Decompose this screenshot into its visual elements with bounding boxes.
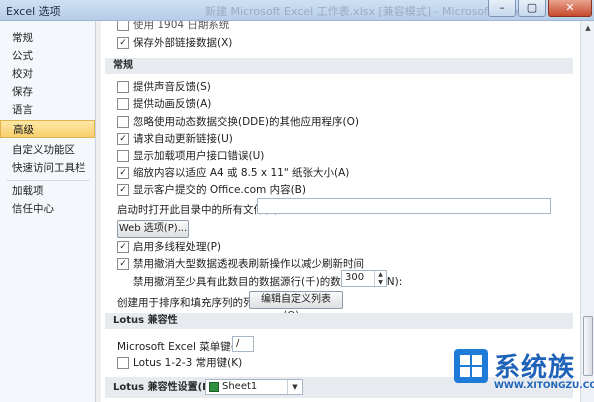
close-button[interactable]: ✕ — [548, 0, 592, 17]
spin-up-icon[interactable]: ▲ — [375, 271, 386, 278]
window-title: Excel 选项 — [6, 5, 61, 18]
check-icon[interactable]: ✓ — [117, 258, 129, 270]
site-watermark: 系统族 WWW.XITONGZU.COM — [454, 343, 594, 402]
option-label: 使用 1904 日期系统 — [133, 21, 230, 31]
sidebar-item-trust-center[interactable]: 信任中心 — [0, 200, 95, 218]
option-label: 提供声音反馈(S) — [133, 81, 211, 93]
sidebar-item-advanced[interactable]: 高级 — [0, 120, 95, 138]
check-icon[interactable]: ✓ — [117, 133, 129, 145]
option-label: 忽略使用动态数据交换(DDE)的其他应用程序(O) — [133, 116, 359, 128]
sidebar-divider — [6, 180, 90, 181]
option-label: 提供动画反馈(A) — [133, 98, 212, 110]
lotus-settings-sheet-dropdown[interactable]: Sheet1 ▼ — [205, 379, 303, 395]
section-header-general: 常规 — [105, 58, 573, 74]
watermark-text: 系统族 — [494, 353, 576, 383]
window-controls: – ▢ ✕ — [486, 0, 592, 17]
custom-lists-label: 创建用于排序和填充序列的列表: — [117, 297, 268, 309]
startup-folder-input[interactable] — [257, 198, 551, 214]
minimize-button[interactable]: – — [488, 0, 516, 17]
check-icon[interactable]: ✓ — [117, 167, 129, 179]
option-label: 启用多线程处理(P) — [133, 241, 222, 253]
dropdown-value: Sheet1 — [222, 381, 258, 392]
checkbox[interactable] — [117, 21, 129, 31]
edit-custom-lists-button[interactable]: 编辑自定义列表(O)... — [249, 291, 343, 321]
chevron-down-icon[interactable]: ▼ — [287, 380, 302, 394]
sidebar-item-general[interactable]: 常规 — [0, 29, 95, 47]
checkbox[interactable] — [117, 98, 129, 110]
option-label: 显示加载项用户接口错误(U) — [133, 150, 265, 162]
option-label: 缩放内容以适应 A4 或 8.5 x 11" 纸张大小(A) — [133, 167, 350, 179]
menu-key-input[interactable]: / — [232, 336, 254, 352]
sidebar-item-language[interactable]: 语言 — [0, 101, 95, 119]
sidebar-item-proofing[interactable]: 校对 — [0, 65, 95, 83]
option-label: 保存外部链接数据(X) — [133, 37, 233, 49]
background-window-title: 新建 Microsoft Excel 工作表.xlsx [兼容模式] - Mic… — [205, 5, 525, 18]
sidebar-item-add-ins[interactable]: 加载项 — [0, 182, 95, 200]
windows-logo-icon — [454, 349, 488, 383]
checkbox[interactable] — [117, 357, 129, 369]
option-label: 请求自动更新链接(U) — [133, 133, 233, 145]
sidebar-item-save[interactable]: 保存 — [0, 83, 95, 101]
section-header-lotus: Lotus 兼容性 — [105, 313, 573, 329]
option-label: 显示客户提交的 Office.com 内容(B) — [133, 184, 306, 196]
spin-down-icon[interactable]: ▼ — [375, 279, 386, 286]
web-options-button[interactable]: Web 选项(P)... — [117, 220, 189, 238]
option-label: 禁用撤消大型数据透视表刷新操作以减少刷新时间 — [133, 258, 364, 270]
checkbox[interactable] — [117, 150, 129, 162]
sidebar-item-formulas[interactable]: 公式 — [0, 47, 95, 65]
checkbox[interactable] — [117, 116, 129, 128]
options-sidebar: 常规 公式 校对 保存 语言 高级 自定义功能区 快速访问工具栏 加载项 信任中… — [0, 21, 96, 402]
watermark-url: WWW.XITONGZU.COM — [494, 381, 594, 391]
check-icon[interactable]: ✓ — [117, 241, 129, 253]
maximize-button[interactable]: ▢ — [518, 0, 546, 17]
lotus-settings-label: Lotus 兼容性设置(L): — [113, 382, 218, 393]
title-bar: Excel 选项 新建 Microsoft Excel 工作表.xlsx [兼容… — [0, 0, 594, 21]
stepper-value: 300 — [345, 272, 365, 283]
stepper-arrows: ▲ ▼ — [374, 271, 386, 286]
undo-rows-stepper[interactable]: 300 ▲ ▼ — [341, 270, 387, 287]
sidebar-item-quick-access-toolbar[interactable]: 快速访问工具栏 — [0, 159, 95, 177]
sidebar-item-customize-ribbon[interactable]: 自定义功能区 — [0, 141, 95, 159]
check-icon[interactable]: ✓ — [117, 37, 129, 49]
check-icon[interactable]: ✓ — [117, 184, 129, 196]
option-label: Lotus 1-2-3 常用键(K) — [133, 357, 243, 369]
checkbox[interactable] — [117, 81, 129, 93]
scroll-up-icon[interactable]: ▲ — [581, 21, 594, 35]
worksheet-icon — [209, 382, 219, 392]
